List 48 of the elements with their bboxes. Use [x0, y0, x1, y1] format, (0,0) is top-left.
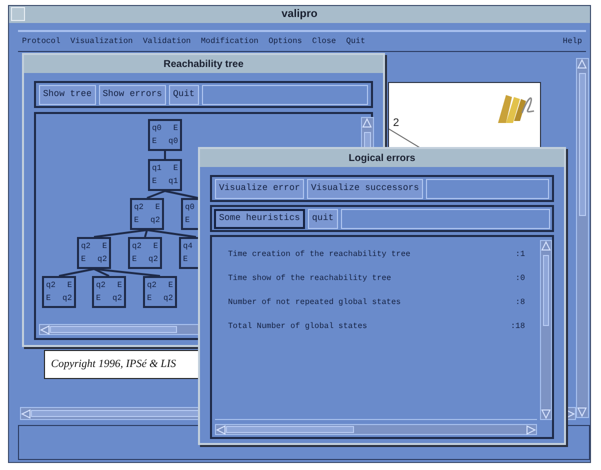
node-state: E [116, 280, 122, 292]
node-state: E [185, 215, 191, 227]
node-state: E [66, 280, 72, 292]
result-label: Time creation of the reachability tree [228, 249, 410, 261]
node-state: q2 [162, 293, 173, 305]
node-state: E [154, 202, 160, 214]
result-value: :1 [515, 249, 525, 261]
node-state: E [96, 293, 102, 305]
node-state: q2 [61, 293, 72, 305]
node-state: q2 [147, 280, 158, 292]
node-state: E [81, 254, 87, 266]
node-state: E [46, 293, 52, 305]
node-state: E [101, 241, 107, 253]
node-state: q0 [167, 136, 178, 148]
node-state: q4 [183, 241, 194, 253]
window-title: valipro [281, 7, 318, 22]
result-label: Time show of the reachability tree [228, 273, 392, 285]
node-state: E [152, 176, 158, 188]
node-state: q1 [167, 176, 178, 188]
node-state: q2 [96, 254, 107, 266]
node-state: E [152, 136, 158, 148]
result-label: Number of not repeated global states [228, 297, 401, 309]
node-state: q2 [46, 280, 57, 292]
node-state: q2 [132, 241, 143, 253]
node-state: E [132, 254, 138, 266]
node-state: E [183, 254, 189, 266]
result-value: :18 [510, 321, 525, 333]
node-state: q2 [81, 241, 92, 253]
node-state: q0 [185, 202, 196, 214]
node-state: E [134, 215, 140, 227]
result-value: :8 [515, 297, 525, 309]
window-title: Reachability tree [163, 58, 244, 72]
result-label: Total Number of global states [228, 321, 368, 333]
node-state: q2 [111, 293, 122, 305]
node-label: 2 [393, 116, 400, 131]
node-state: E [147, 293, 153, 305]
node-state: q0 [152, 123, 163, 135]
node-state: E [167, 280, 173, 292]
window-title: Logical errors [348, 152, 416, 166]
node-state: E [172, 123, 178, 135]
node-state: E [172, 163, 178, 175]
node-state: q2 [96, 280, 107, 292]
node-state: q2 [149, 215, 160, 227]
node-state: q2 [134, 202, 145, 214]
node-state: q1 [152, 163, 163, 175]
node-state: q2 [147, 254, 158, 266]
node-state: E [152, 241, 158, 253]
result-value: :0 [515, 273, 525, 285]
